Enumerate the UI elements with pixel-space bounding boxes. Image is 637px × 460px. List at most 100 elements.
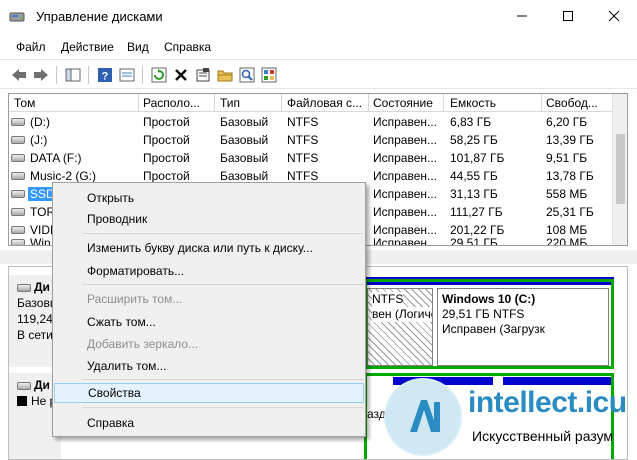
drive-icon [11,136,25,144]
column-header-filesystem[interactable]: Файловая с... [287,96,371,110]
cell-free: 13,39 ГБ [546,133,594,147]
volume-list-header: Том Располо... Тип Файловая с... Состоян… [9,94,627,112]
menu-item-shrink-volume[interactable]: Сжать том... [54,312,364,332]
menu-file[interactable]: Файл [16,40,46,54]
partition-title: Windows 10 (C:) [442,292,536,306]
menu-view[interactable]: Вид [127,40,149,54]
delete-icon[interactable] [172,66,190,84]
menu-separator [83,284,363,285]
help-icon[interactable]: ? [96,66,114,84]
partition-status: вен (Логиче [372,307,432,322]
cell-filesystem: NTFS [287,169,319,183]
cell-free: 558 МБ [546,187,588,201]
table-row[interactable]: (J:) Простой Базовый NTFS Исправен... 58… [9,131,627,149]
partition-status: Исправен (Загрузк [442,322,545,336]
column-divider [443,94,444,112]
partition-fragment: азд [367,407,386,421]
menu-action[interactable]: Действие [61,40,114,54]
close-button[interactable] [591,0,637,34]
drive-icon [11,172,25,180]
column-header-type[interactable]: Тип [220,96,280,110]
cell-filesystem: NTFS [287,115,319,129]
column-divider [214,94,215,112]
partition-size: 29,51 ГБ NTFS [442,307,525,321]
watermark-brand: intellect.icu [468,386,627,419]
watermark: intellect.icu Искусственный разум [384,372,637,460]
menu-item-add-mirror: Добавить зеркало... [87,337,199,351]
maximize-button[interactable] [545,0,591,34]
cell-type: Базовый [220,133,269,147]
forward-arrow-icon[interactable] [32,66,50,84]
menu-item-change-drive-letter[interactable]: Изменить букву диска или путь к диску... [54,238,364,258]
column-divider [281,94,282,112]
menu-item-open[interactable]: Открыть [54,188,364,208]
svg-text:?: ? [102,71,109,83]
cell-type: Базовый [220,115,269,129]
cell-layout: Простой [143,151,190,165]
cell-capacity: 29,51 ГБ [450,236,498,246]
column-header-free[interactable]: Свобод... [546,96,616,110]
toolbar: ? [0,59,637,89]
cell-layout: Простой [143,133,190,147]
watermark-tagline: Искусственный разум [472,428,614,444]
menu-separator [83,379,363,380]
vertical-scrollbar[interactable] [612,94,627,245]
cell-free: 13,78 ГБ [546,169,594,183]
cell-status: Исправен... [373,151,438,165]
cell-volume: DATA (F:) [30,151,82,165]
cell-volume: (J:) [30,133,48,147]
cell-volume: (D:) [30,115,50,129]
back-arrow-icon[interactable] [10,66,28,84]
cell-free: 6,20 ГБ [546,115,588,129]
menu-item-delete-volume[interactable]: Удалить том... [54,356,364,376]
logical-partition[interactable]: NTFS вен (Логиче [367,288,433,366]
cell-status: Исправен... [373,169,438,183]
menu-item-properties[interactable]: Свойства [54,383,364,403]
brain-logo-icon [384,378,462,456]
menu-item-format[interactable]: Форматировать... [54,261,364,281]
cell-status: Исправен... [373,115,438,129]
column-header-status[interactable]: Состояние [373,96,443,110]
column-header-volume[interactable]: Том [14,96,134,110]
toolbar-separator [88,66,89,84]
menu-item-help[interactable]: Справка [54,413,364,433]
menu-item-explorer[interactable]: Проводник [54,209,364,229]
toolbar-separator [56,66,57,84]
column-header-layout[interactable]: Располо... [143,96,215,110]
title-bar: Управление дисками [0,0,637,34]
menu-separator [83,407,363,408]
menu-item-extend-volume: Расширить том... [87,292,183,306]
drive-icon [11,154,25,162]
snapshot-icon[interactable] [260,66,278,84]
partition-windows-c[interactable]: Windows 10 (C:) 29,51 ГБ NTFS Исправен (… [437,288,609,366]
console-tree-icon[interactable] [64,66,82,84]
cell-status: Исправен... [373,236,438,246]
table-row[interactable]: (D:) Простой Базовый NTFS Исправен... 6,… [9,113,627,131]
drive-icon [17,284,31,292]
cell-status: Исправен... [373,205,438,219]
column-divider [368,94,369,112]
unallocated-swatch [17,396,27,406]
properties-icon[interactable] [194,66,212,84]
minimize-button[interactable] [499,0,545,34]
partition-fs: NTFS [372,292,404,307]
cell-capacity: 44,55 ГБ [450,169,498,183]
table-row[interactable]: DATA (F:) Простой Базовый NTFS Исправен.… [9,149,627,167]
column-header-capacity[interactable]: Емкость [450,96,540,110]
disk-management-window: Управление дисками Файл Действие Вид Спр… [0,0,637,460]
open-folder-icon[interactable] [216,66,234,84]
menu-help[interactable]: Справка [164,40,211,54]
cell-capacity: 31,13 ГБ [450,187,498,201]
find-icon[interactable] [238,66,256,84]
refresh-icon[interactable] [150,66,168,84]
cell-volume: Music-2 (G:) [30,169,96,183]
properties-view-icon[interactable] [118,66,136,84]
cell-capacity: 6,83 ГБ [450,115,492,129]
menu-bar: Файл Действие Вид Справка [0,38,637,58]
cell-status: Исправен... [373,187,438,201]
cell-type: Базовый [220,151,269,165]
scrollbar-thumb[interactable] [616,134,625,204]
window-title: Управление дисками [36,9,163,24]
cell-free: 220 МБ [546,236,588,246]
cell-status: Исправен... [373,133,438,147]
